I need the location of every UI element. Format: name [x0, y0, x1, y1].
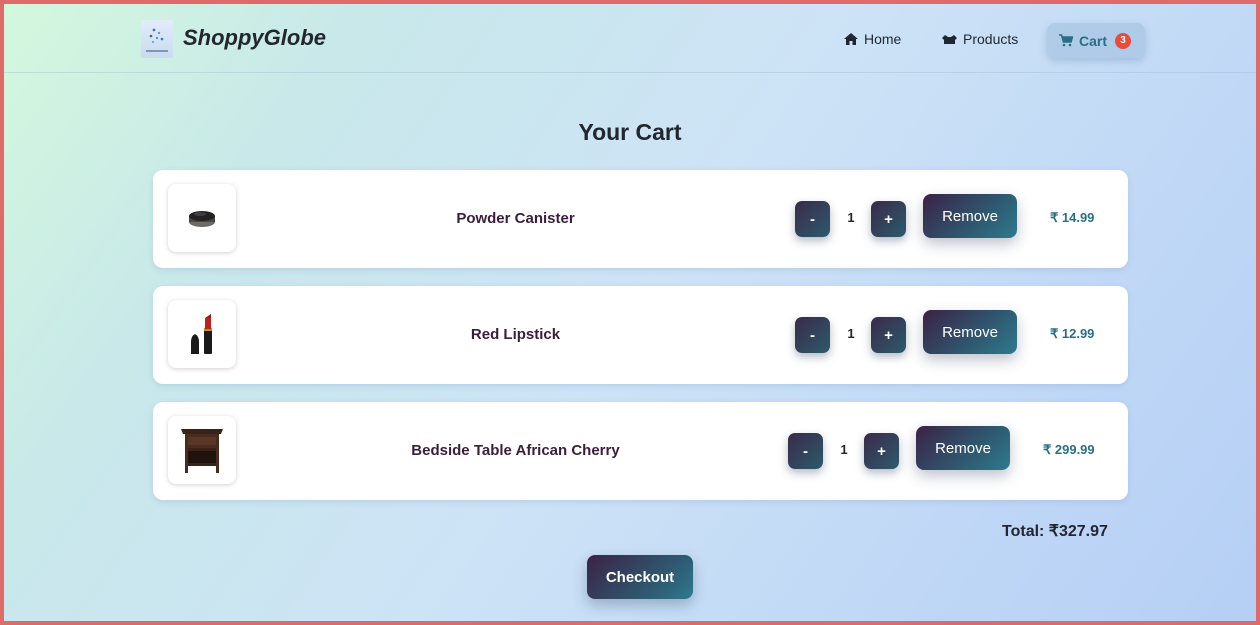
nav-products-label: Products: [963, 31, 1019, 47]
nav-cart-link[interactable]: Cart 3: [1047, 23, 1145, 58]
item-name: Bedside Table African Cherry: [411, 442, 620, 459]
cart-item-bedside-table: Bedside Table African Cherry - 1 + Remov…: [153, 402, 1128, 500]
quantity-value: 1: [847, 326, 855, 341]
checkout-button[interactable]: Checkout: [587, 555, 693, 599]
cart-item-powder-canister: Powder Canister - 1 + Remove ₹ 14.99: [153, 170, 1128, 268]
home-icon: [844, 33, 858, 45]
nav-home-link[interactable]: Home: [844, 31, 901, 47]
item-price: ₹ 299.99: [1043, 442, 1095, 457]
increase-quantity-button[interactable]: +: [864, 433, 899, 469]
decrease-quantity-button[interactable]: -: [795, 201, 830, 237]
red-lipstick-image: [168, 300, 236, 368]
nav-cart-label: Cart: [1079, 32, 1108, 49]
increase-quantity-button[interactable]: +: [871, 201, 906, 237]
nav-home-label: Home: [864, 31, 902, 47]
cart-item-red-lipstick: Red Lipstick - 1 + Remove ₹ 12.99: [153, 286, 1128, 384]
cart-total: Total: ₹327.97: [1002, 523, 1108, 540]
brand-name[interactable]: ShoppyGlobe: [183, 25, 326, 51]
item-name: Red Lipstick: [470, 326, 561, 343]
products-icon: [942, 34, 957, 45]
cart-count-badge: 3: [1115, 32, 1132, 49]
item-name: Powder Canister: [456, 210, 575, 227]
quantity-value: 1: [840, 442, 848, 457]
increase-quantity-button[interactable]: +: [871, 317, 906, 353]
bedside-table-image: [168, 416, 236, 484]
item-price: ₹ 14.99: [1050, 210, 1095, 225]
decrease-quantity-button[interactable]: -: [788, 433, 823, 469]
decrease-quantity-button[interactable]: -: [795, 317, 830, 353]
cart-icon: [1059, 34, 1073, 47]
item-price: ₹ 12.99: [1050, 326, 1095, 341]
page-title: Your Cart: [578, 119, 682, 145]
navbar: ShoppyGlobe Home Products Cart 3: [4, 4, 1256, 73]
remove-item-button[interactable]: Remove: [916, 426, 1010, 470]
remove-item-button[interactable]: Remove: [923, 194, 1017, 238]
page-frame: ShoppyGlobe Home Products Cart 3 Your Ca…: [0, 0, 1260, 625]
remove-item-button[interactable]: Remove: [923, 310, 1017, 354]
powder-canister-image: [168, 184, 236, 252]
nav-products-link[interactable]: Products: [942, 31, 1018, 47]
logo-icon[interactable]: [141, 20, 173, 58]
quantity-value: 1: [847, 210, 855, 225]
